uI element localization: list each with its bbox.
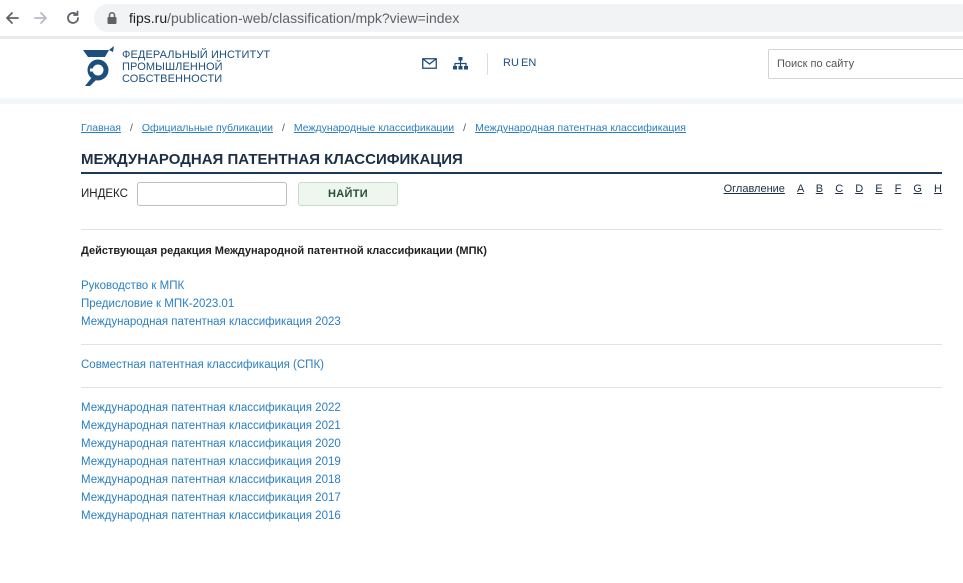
- find-button[interactable]: НАЙТИ: [298, 182, 398, 206]
- reload-icon: [67, 10, 79, 24]
- ipc-2023-link[interactable]: Международная патентная классификация 20…: [81, 316, 341, 328]
- breadcrumb-separator: /: [129, 122, 133, 134]
- section-divider: [81, 344, 942, 345]
- ipc-2022-link[interactable]: Международная патентная классификация 20…: [81, 402, 341, 414]
- forward-button[interactable]: [29, 6, 53, 30]
- ipc-2020-link[interactable]: Международная патентная классификация 20…: [81, 438, 341, 450]
- site-header: ФЕДЕРАЛЬНЫЙ ИНСТИТУТ ПРОМЫШЛЕННОЙ СОБСТВ…: [0, 39, 963, 98]
- lock-icon: [107, 11, 117, 24]
- back-arrow-icon: [6, 12, 19, 24]
- logo-text[interactable]: ФЕДЕРАЛЬНЫЙ ИНСТИТУТ ПРОМЫШЛЕННОЙ СОБСТВ…: [122, 49, 270, 85]
- mail-icon[interactable]: [422, 58, 437, 69]
- lang-en-link[interactable]: EN: [521, 57, 536, 69]
- header-bottom-strip: [0, 98, 963, 104]
- breadcrumb-international-classifications[interactable]: Международные классификации: [294, 122, 454, 134]
- header-divider: [487, 53, 488, 75]
- logo-line-1: ФЕДЕРАЛЬНЫЙ ИНСТИТУТ: [122, 49, 271, 61]
- ipc-2017-link[interactable]: Международная патентная классификация 20…: [81, 492, 341, 504]
- logo-line-2: ПРОМЫШЛЕННОЙ: [122, 61, 223, 73]
- toc-letter-d[interactable]: D: [855, 183, 863, 195]
- breadcrumb: Главная / Официальные публикации / Междунаро…: [81, 122, 686, 134]
- cpc-link[interactable]: Совместная патентная классификация (СПК): [81, 359, 324, 371]
- toc-letter-g[interactable]: G: [913, 183, 922, 195]
- url-host: fips.ru: [129, 10, 168, 26]
- address-bar[interactable]: fips.ru/publication-web/classification/m…: [94, 4, 963, 32]
- breadcrumb-ipc[interactable]: Международная патентная классификация: [475, 122, 686, 134]
- forward-arrow-icon: [34, 12, 47, 24]
- breadcrumb-official-publications[interactable]: Официальные публикации: [142, 122, 273, 134]
- page-title: МЕЖДУНАРОДНАЯ ПАТЕНТНАЯ КЛАССИФИКАЦИЯ: [81, 151, 463, 168]
- url-text: fips.ru/publication-web/classification/m…: [129, 10, 459, 26]
- toc-letter-c[interactable]: C: [835, 183, 843, 195]
- index-label: ИНДЕКС: [81, 188, 128, 200]
- index-input[interactable]: [137, 182, 287, 206]
- ipc-2021-link[interactable]: Международная патентная классификация 20…: [81, 420, 341, 432]
- toc-letter-f[interactable]: F: [895, 183, 902, 195]
- toc-letter-a[interactable]: A: [797, 183, 804, 195]
- sitemap-icon[interactable]: [453, 57, 468, 70]
- section-divider: [81, 387, 942, 388]
- ipc-2018-link[interactable]: Международная патентная классификация 20…: [81, 474, 341, 486]
- toc-letter-h[interactable]: H: [934, 183, 942, 195]
- section-divider: [81, 229, 942, 230]
- ipc-2016-link[interactable]: Международная патентная классификация 20…: [81, 510, 341, 522]
- toc-link[interactable]: Оглавление: [724, 183, 785, 195]
- site-search-input[interactable]: [768, 49, 963, 79]
- browser-toolbar: fips.ru/publication-web/classification/m…: [0, 0, 963, 36]
- reload-button[interactable]: [61, 6, 85, 30]
- ipc-guide-link[interactable]: Руководство к МПК: [81, 280, 184, 292]
- breadcrumb-home[interactable]: Главная: [81, 122, 121, 134]
- ipc-2019-link[interactable]: Международная патентная классификация 20…: [81, 456, 341, 468]
- url-path: /publication-web/classification/mpk?view…: [167, 10, 460, 26]
- toc-nav: Оглавление A B C D E F G H: [724, 183, 942, 195]
- title-underline: [81, 172, 942, 174]
- logo-line-3: СОБСТВЕННОСТИ: [122, 73, 223, 85]
- toc-letter-e[interactable]: E: [875, 183, 882, 195]
- back-button[interactable]: [0, 6, 24, 30]
- lang-ru-link[interactable]: RU: [503, 57, 519, 69]
- toc-letter-b[interactable]: B: [816, 183, 823, 195]
- fips-logo-icon[interactable]: [80, 46, 116, 88]
- breadcrumb-separator: /: [463, 122, 467, 134]
- ipc-preface-link[interactable]: Предисловие к МПК-2023.01: [81, 298, 234, 310]
- current-edition-heading: Действующая редакция Международной патен…: [81, 245, 487, 257]
- breadcrumb-separator: /: [281, 122, 285, 134]
